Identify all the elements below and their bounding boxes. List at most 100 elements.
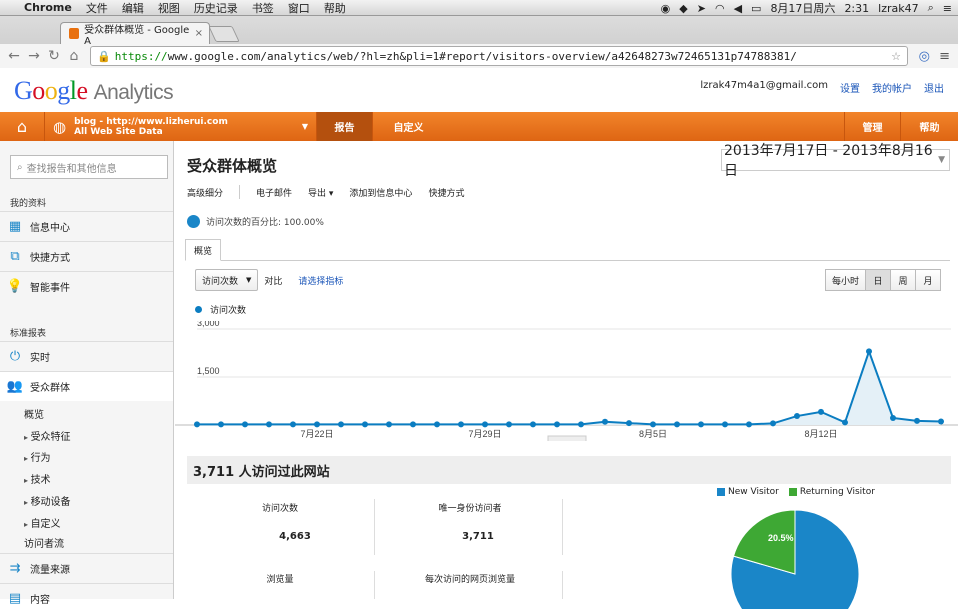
data-point[interactable] [458, 421, 464, 428]
home-icon[interactable]: ⌂ [64, 48, 84, 64]
browser-tab[interactable]: 受众群体概览 - Google A × [60, 22, 210, 47]
advanced-segments-button[interactable]: 高级细分 [187, 186, 223, 199]
data-point[interactable] [290, 421, 296, 428]
menu-window[interactable]: 窗口 [288, 0, 310, 16]
date-text: 8月17日周六 [770, 2, 836, 15]
sidebar-item-content[interactable]: ▤ 内容 [0, 583, 173, 613]
address-bar[interactable]: 🔒 https:// www.google.com/analytics/web/… [90, 46, 908, 66]
data-point[interactable] [362, 421, 368, 428]
new-tab-button[interactable] [208, 26, 240, 42]
choose-metric-link[interactable]: 请选择指标 [298, 274, 343, 287]
user-name[interactable]: lzrak47 [878, 2, 918, 15]
chrome-menu-icon[interactable]: ≡ [939, 49, 950, 64]
data-point[interactable] [722, 421, 728, 428]
back-icon[interactable]: ← [4, 48, 24, 64]
data-point[interactable] [794, 413, 800, 420]
sidebar-item-dashboards[interactable]: ▦ 信息中心 [0, 211, 173, 241]
tab-overview[interactable]: 概览 [185, 239, 221, 261]
logout-link[interactable]: 退出 [924, 80, 944, 95]
export-button[interactable]: 导出 ▾ [308, 186, 333, 199]
dropbox-icon[interactable]: ◆ [679, 2, 687, 15]
nav-admin[interactable]: 管理 [844, 112, 900, 141]
sidebar-item-audience[interactable]: 👥 受众群体 [0, 371, 173, 401]
gran-day-button[interactable]: 日 [865, 269, 891, 291]
property-selector[interactable]: ◍ blog - http://www.lizherui.com All Web… [44, 112, 316, 141]
data-point[interactable] [770, 420, 776, 427]
app-menu[interactable]: Chrome [24, 1, 72, 14]
data-point[interactable] [482, 421, 488, 428]
list-icon[interactable]: ≡ [943, 2, 952, 15]
home-button[interactable]: ⌂ [0, 117, 44, 136]
sidebar-item-traffic-sources[interactable]: ⇉ 流量来源 [0, 553, 173, 583]
date-range-picker[interactable]: 2013年7月17日 - 2013年8月16日 ▼ [721, 143, 950, 179]
nav-reports[interactable]: 报告 [316, 112, 372, 141]
data-point[interactable] [266, 421, 272, 428]
data-point[interactable] [746, 421, 752, 428]
gran-week-button[interactable]: 周 [890, 269, 916, 291]
menu-help[interactable]: 帮助 [324, 0, 346, 16]
nav-customization[interactable]: 自定义 [372, 112, 444, 141]
metric-dropdown[interactable]: 访问次数 ▼ [195, 269, 259, 291]
gran-hourly-button[interactable]: 每小时 [824, 269, 866, 291]
wifi-icon[interactable]: ◠ [715, 2, 725, 15]
data-point[interactable] [554, 421, 560, 428]
chart-collapse-handle[interactable] [547, 435, 587, 441]
report-search-input[interactable]: ⌕ 查找报告和其他信息 [10, 155, 168, 179]
close-tab-icon[interactable]: × [195, 28, 203, 39]
data-point[interactable] [506, 421, 512, 428]
data-point[interactable] [674, 421, 680, 428]
reload-icon[interactable]: ↻ [44, 48, 64, 64]
data-point[interactable] [842, 419, 848, 426]
nav-help[interactable]: 帮助 [900, 112, 958, 141]
sidebar-sub-custom[interactable]: 自定义 [24, 515, 61, 530]
battery-icon[interactable]: ▭ [751, 2, 761, 15]
data-point[interactable] [218, 421, 224, 428]
my-account-link[interactable]: 我的帐户 [872, 80, 912, 95]
data-point[interactable] [650, 421, 656, 428]
sidebar-sub-technology[interactable]: 技术 [24, 471, 51, 486]
data-point[interactable] [890, 414, 896, 421]
data-point[interactable] [866, 348, 872, 355]
menu-history[interactable]: 历史记录 [194, 0, 238, 16]
data-point[interactable] [242, 421, 248, 428]
location-icon[interactable]: ➤ [697, 2, 706, 15]
sidebar-sub-behavior[interactable]: 行为 [24, 449, 51, 464]
data-point[interactable] [194, 421, 200, 428]
sidebar-sub-demographics[interactable]: 受众特征 [24, 428, 71, 443]
data-point[interactable] [338, 421, 344, 428]
data-point[interactable] [626, 420, 632, 427]
data-point[interactable] [602, 418, 608, 425]
forward-icon[interactable]: → [24, 48, 44, 64]
add-to-dashboard-button[interactable]: 添加到信息中心 [349, 186, 412, 199]
menu-edit[interactable]: 编辑 [122, 0, 144, 16]
data-point[interactable] [410, 421, 416, 428]
sidebar-sub-overview[interactable]: 概览 [24, 406, 44, 421]
extension-icon[interactable]: ◎ [919, 49, 930, 64]
google-analytics-logo[interactable]: Google Analytics [14, 76, 174, 106]
email-button[interactable]: 电子邮件 [256, 186, 292, 199]
sidebar-sub-visitors-flow[interactable]: 访问者流 [24, 535, 64, 550]
qq-icon[interactable]: ◉ [661, 2, 671, 15]
data-point[interactable] [386, 421, 392, 428]
menu-view[interactable]: 视图 [158, 0, 180, 16]
bookmark-star-icon[interactable]: ☆ [891, 50, 901, 63]
data-point[interactable] [938, 418, 944, 425]
data-point[interactable] [578, 421, 584, 428]
sidebar-sub-mobile[interactable]: 移动设备 [24, 493, 71, 508]
settings-link[interactable]: 设置 [840, 80, 860, 95]
data-point[interactable] [914, 417, 920, 424]
sidebar-item-shortcuts[interactable]: ⧉ 快捷方式 [0, 241, 173, 271]
sidebar-item-intelligence[interactable]: 💡 智能事件 [0, 271, 173, 301]
data-point[interactable] [698, 421, 704, 428]
menu-file[interactable]: 文件 [86, 0, 108, 16]
data-point[interactable] [818, 408, 824, 415]
data-point[interactable] [434, 421, 440, 428]
menu-bookmarks[interactable]: 书签 [252, 0, 274, 16]
spotlight-icon[interactable]: ⌕ [928, 1, 934, 15]
sidebar-item-realtime[interactable]: ⏻ 实时 [0, 341, 173, 371]
data-point[interactable] [314, 421, 320, 428]
volume-icon[interactable]: ◀ [734, 2, 742, 15]
gran-month-button[interactable]: 月 [915, 269, 941, 291]
data-point[interactable] [530, 421, 536, 428]
shortcut-button[interactable]: 快捷方式 [428, 186, 464, 199]
